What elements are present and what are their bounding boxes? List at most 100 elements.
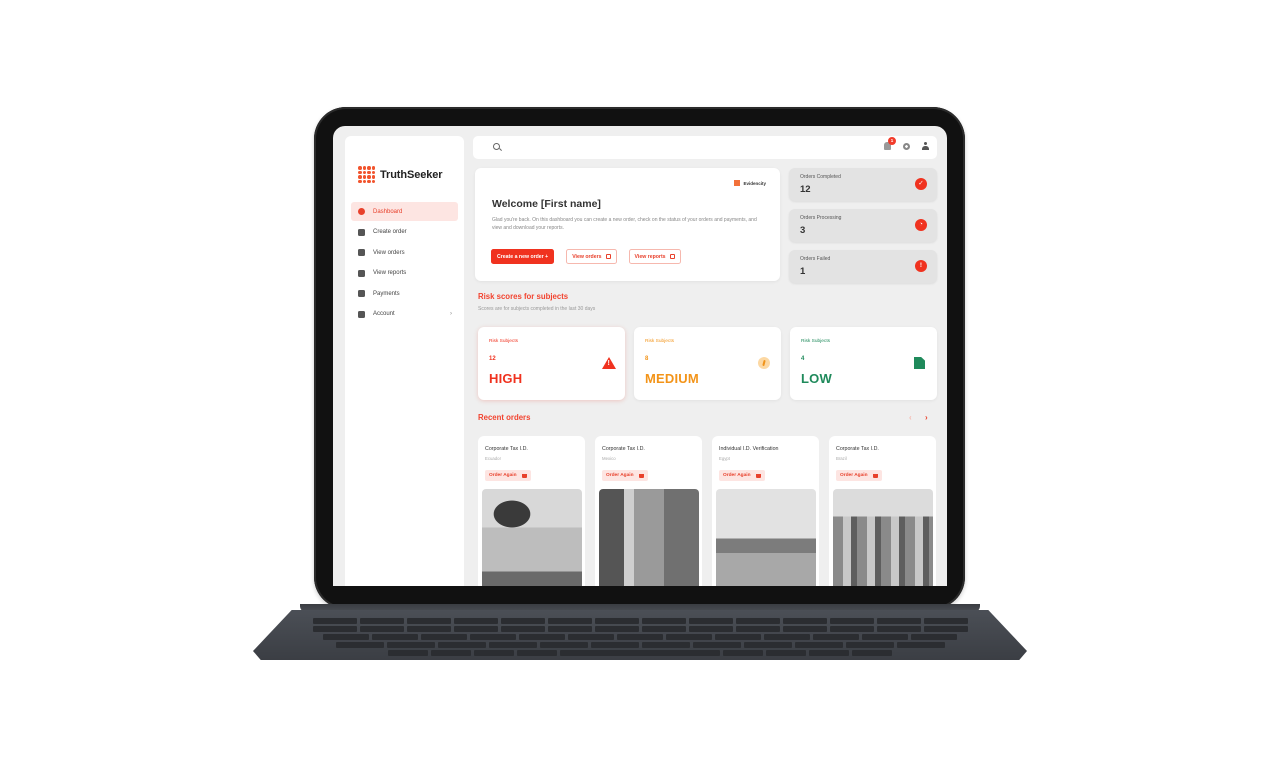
order-card[interactable]: Individual I.D. Verification Egypt Order… [712,436,819,586]
risk-level: MEDIUM [645,371,699,386]
bell-icon[interactable]: 1 [884,137,896,150]
keyboard-key [876,618,921,624]
cart-icon [638,473,644,478]
keyboard-key [500,618,545,624]
sidebar-item-create-order[interactable]: Create order [351,223,458,242]
keyboard-key [666,634,712,640]
keyboard-key [312,618,357,624]
stat-orders-failed[interactable]: Orders Failed 1 ! [789,250,937,283]
risk-card-medium[interactable]: Risk Subjects 8 MEDIUM [634,327,781,400]
cart-icon [358,228,365,236]
order-again-label: Order Again [840,473,868,478]
sidebar-item-label: Create order [373,229,407,235]
stat-value: 12 [800,184,811,195]
view-orders-button[interactable]: View orders [566,249,617,264]
stat-label: Orders Completed [800,174,841,180]
top-bar: 1 [473,136,937,159]
order-again-button[interactable]: Order Again [485,470,531,481]
stat-orders-completed[interactable]: Orders Completed 12 ✓ [789,168,937,201]
welcome-text: Glad you're back. On this dashboard you … [492,217,757,231]
sidebar-item-payments[interactable]: Payments [351,284,458,303]
keyboard-key [539,642,588,648]
keyboard-key [437,642,486,648]
keyboard-key [372,634,418,640]
order-again-button[interactable]: Order Again [836,470,882,481]
keyboard-key [594,626,639,632]
keyboard-key [517,650,557,656]
stat-label: Orders Failed [800,256,831,262]
account-icon [358,310,365,318]
chevron-right-icon: › [450,311,452,317]
keyboard-key [406,618,451,624]
welcome-card: Evidencity Welcome [First name] Glad you… [475,168,780,281]
sidebar-item-label: View orders [373,249,405,256]
keyboard-key [813,634,859,640]
screen: TruthSeeker Dashboard Create order View … [333,126,947,586]
order-card[interactable]: Corporate Tax I.D. Ecuador Order Again [478,436,585,586]
dashboard-icon [358,208,365,215]
sidebar-item-label: Dashboard [373,208,403,215]
risk-label: Risk Subjects [801,339,831,344]
order-card[interactable]: Corporate Tax I.D. Brazil Order Again [829,436,936,586]
sidebar-item-dashboard[interactable]: Dashboard [351,202,458,221]
warning-icon [602,357,616,369]
create-order-button[interactable]: Create a new order + [491,249,555,264]
user-icon[interactable] [922,142,929,150]
top-bar-actions: 1 [884,137,929,150]
risk-card-low[interactable]: Risk Subjects 4 LOW [790,327,937,400]
orders-icon [605,254,611,259]
carousel-prev-button[interactable]: ‹ [909,413,912,422]
logo-mark-icon [358,166,375,183]
keyboard-key [794,642,843,648]
keyboard-key [688,626,733,632]
sidebar-item-label: View reports [373,270,407,276]
view-reports-button[interactable]: View reports [628,249,681,264]
keyboard-key [470,634,516,640]
partner-logo-icon [734,180,741,186]
keyboard-row [270,650,1010,656]
keyboard-key [388,650,428,656]
order-again-button[interactable]: Order Again [719,470,765,481]
sidebar-item-account[interactable]: Account › [351,305,458,324]
notification-badge: 1 [888,137,896,145]
keyboard-key [359,618,404,624]
stat-orders-processing[interactable]: Orders Processing 3 ◔ [789,209,937,242]
keyboard-key [845,642,894,648]
order-location: Egypt [719,456,730,461]
keyboard-key [312,626,357,632]
risk-card-high[interactable]: Risk Subjects 12 HIGH [478,327,625,400]
keyboard-key [547,626,592,632]
stat-value: 3 [800,225,806,236]
order-title: Individual I.D. Verification [719,446,779,452]
keyboard-key [688,618,733,624]
keyboard-key [519,634,565,640]
view-orders-label: View orders [572,253,602,260]
keyboard-key [488,642,537,648]
keyboard-key [782,618,827,624]
keyboard-key [923,626,968,632]
keyboard-key [715,634,761,640]
search-icon [493,143,500,150]
order-again-button[interactable]: Order Again [602,470,648,481]
sidebar: TruthSeeker Dashboard Create order View … [345,136,464,586]
keyboard-key [766,650,806,656]
sidebar-item-view-orders[interactable]: View orders [351,243,458,262]
keyboard-key [594,618,639,624]
carousel-next-button[interactable]: › [925,413,928,422]
sidebar-item-label: Payments [373,290,400,297]
search-input[interactable] [505,140,865,155]
document-icon [914,357,927,369]
risk-count: 4 [801,356,805,362]
keyboard-key [852,650,892,656]
keyboard-key [923,618,968,624]
keyboard-key [764,634,810,640]
keyboard-key [876,626,921,632]
order-card[interactable]: Corporate Tax I.D. Mexico Order Again [595,436,702,586]
logo[interactable]: TruthSeeker [358,166,443,183]
keyboard-key [723,650,763,656]
keyboard-key [560,650,720,656]
stat-value: 1 [800,266,806,277]
gear-icon[interactable] [903,142,910,150]
sidebar-item-view-reports[interactable]: View reports [351,264,458,283]
keyboard-key [453,618,498,624]
